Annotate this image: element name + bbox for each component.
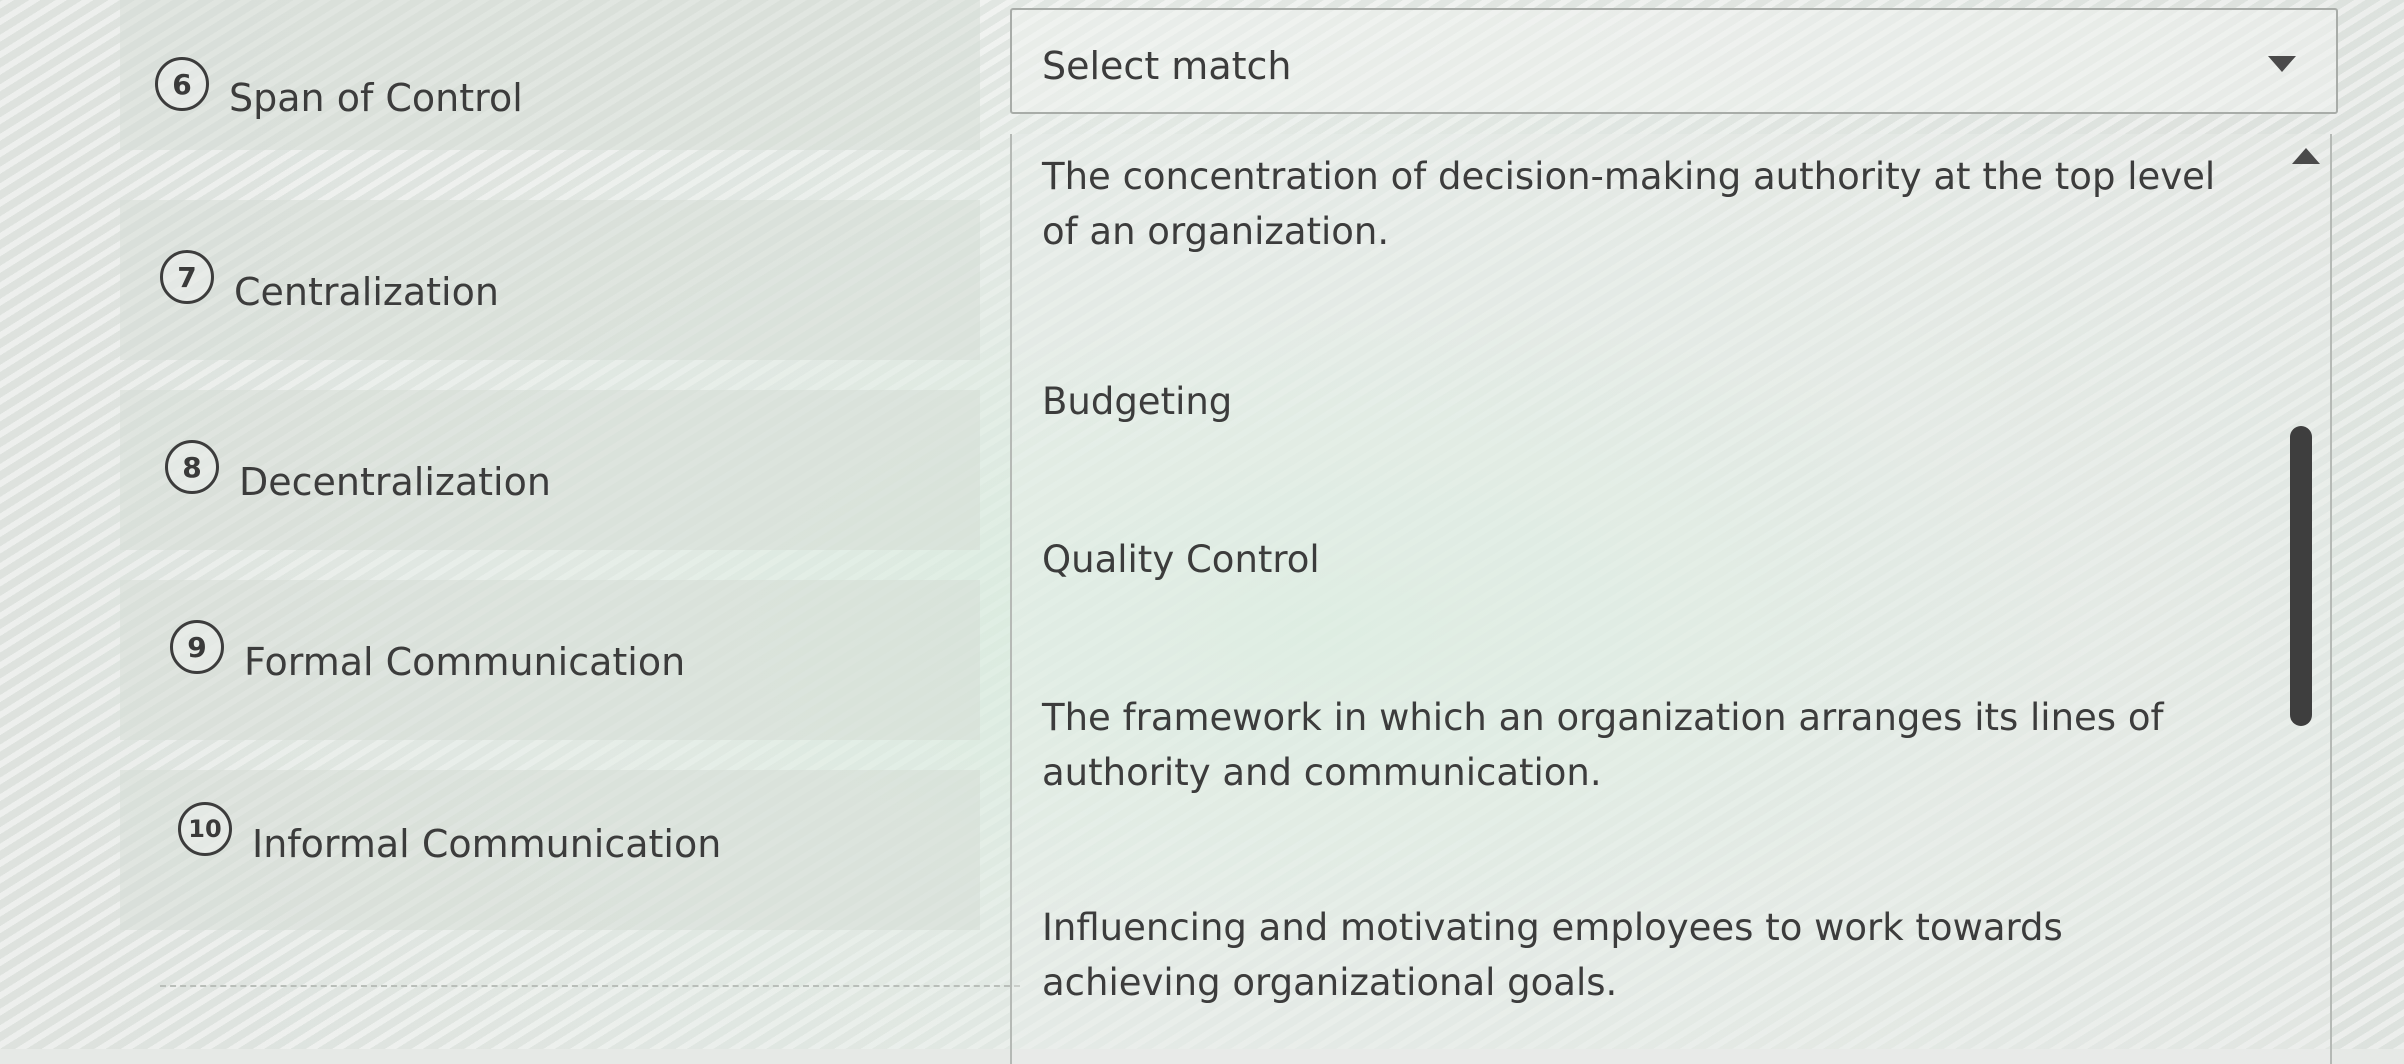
match-option[interactable]: Budgeting xyxy=(1042,374,2222,429)
scrollbar-thumb[interactable] xyxy=(2290,426,2312,726)
match-option[interactable]: The framework in which an organization a… xyxy=(1042,690,2222,800)
term-number-badge: 6 xyxy=(155,57,209,111)
term-row: 10 Informal Communication xyxy=(120,770,980,930)
term-row: 7 Centralization xyxy=(120,200,980,360)
divider xyxy=(160,985,1020,987)
term-row: 6 Span of Control xyxy=(120,0,980,150)
term-text: Informal Communication xyxy=(252,822,722,866)
term-label: 8 Decentralization xyxy=(165,430,551,504)
term-number-badge: 9 xyxy=(170,620,224,674)
match-options-list[interactable]: The concentration of decision-making aut… xyxy=(1010,134,2332,1064)
term-label: 6 Span of Control xyxy=(155,48,523,120)
term-label: 9 Formal Communication xyxy=(170,610,685,684)
select-value: Select match xyxy=(1042,44,1292,88)
term-label: 10 Informal Communication xyxy=(178,792,721,866)
term-label: 7 Centralization xyxy=(160,240,499,314)
term-text: Decentralization xyxy=(239,460,551,504)
term-text: Centralization xyxy=(234,270,499,314)
match-option[interactable]: Quality Control xyxy=(1042,532,2222,587)
term-text: Span of Control xyxy=(229,76,523,120)
term-row: 9 Formal Communication xyxy=(120,580,980,740)
term-number-badge: 7 xyxy=(160,250,214,304)
term-number-badge: 10 xyxy=(178,802,232,856)
match-option[interactable]: Influencing and motivating employees to … xyxy=(1042,900,2222,1010)
term-text: Formal Communication xyxy=(244,640,686,684)
caret-down-icon[interactable] xyxy=(2268,56,2296,72)
term-row: 8 Decentralization xyxy=(120,390,980,550)
matching-terms-column: 6 Span of Control 7 Centralization 8 Dec… xyxy=(120,0,980,1049)
term-number-badge: 8 xyxy=(165,440,219,494)
match-select[interactable]: Select match xyxy=(1010,8,2338,114)
match-option[interactable]: The concentration of decision-making aut… xyxy=(1042,149,2222,259)
caret-up-icon[interactable] xyxy=(2292,148,2320,164)
